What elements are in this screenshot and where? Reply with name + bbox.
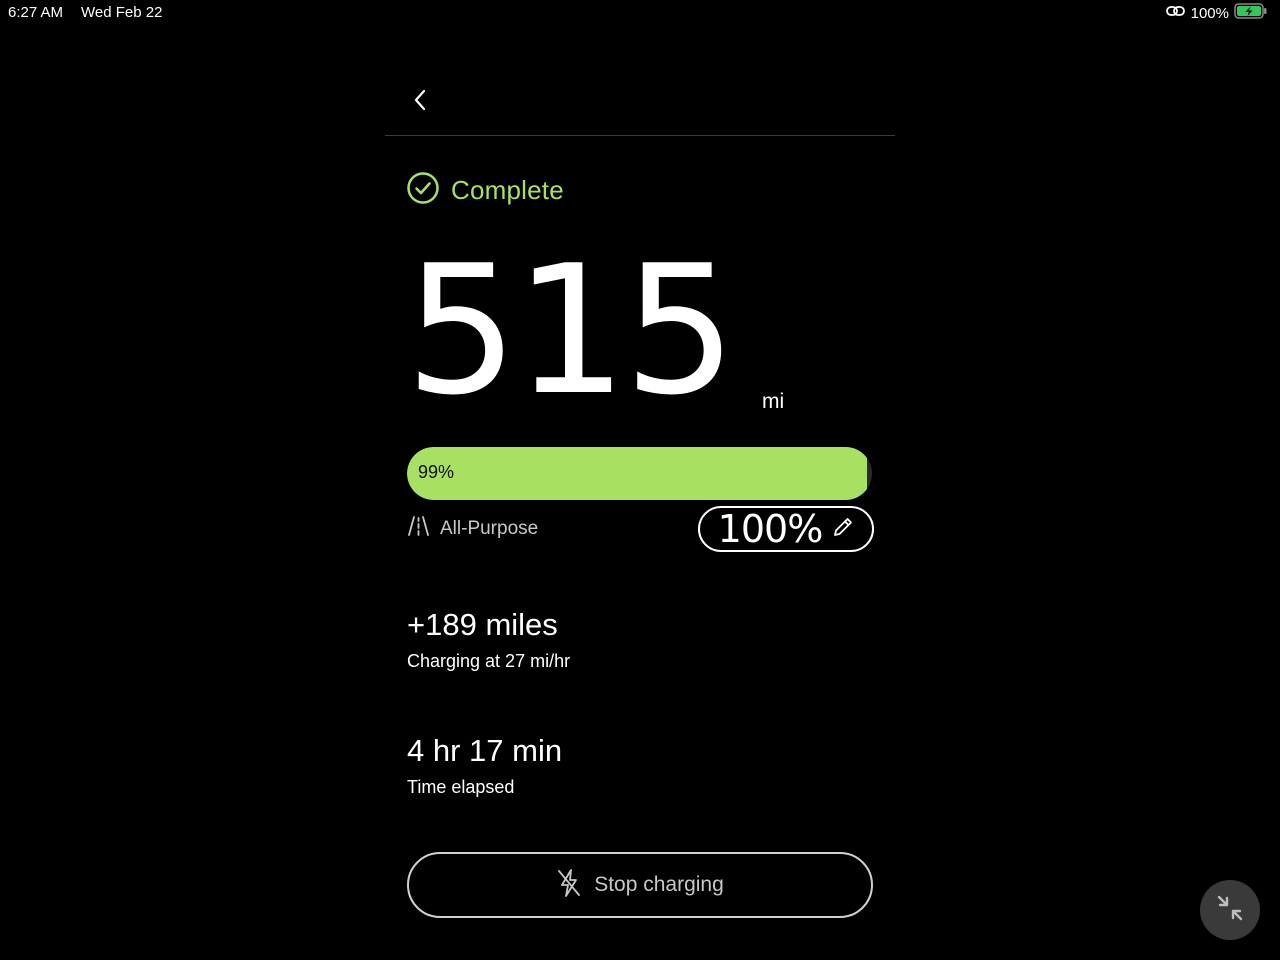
range-unit: mi [762, 390, 785, 413]
battery-level-bar: 99% [407, 447, 872, 500]
charge-limit-value: 100% [717, 507, 824, 551]
battery-charging-icon [1234, 3, 1268, 23]
range-value: 515 [405, 227, 737, 434]
check-circle-icon [406, 171, 440, 210]
charge-status: Complete [406, 171, 564, 210]
battery-level-fill [407, 447, 868, 500]
time-elapsed-stat: 4 hr 17 min Time elapsed [407, 733, 562, 798]
road-icon [408, 516, 429, 541]
link-icon [1165, 4, 1186, 22]
stop-charging-button[interactable]: Stop charging [407, 852, 873, 918]
status-time: 6:27 AM [8, 4, 64, 21]
charge-mode-label: All-Purpose [440, 517, 539, 539]
charging-screen: 6:27 AM Wed Feb 22 100% Complete 515 mi … [0, 0, 1280, 960]
charge-status-label: Complete [451, 175, 564, 205]
stop-charging-label: Stop charging [594, 873, 724, 896]
miles-added-value: +189 miles [407, 607, 558, 642]
miles-added-stat: +189 miles Charging at 27 mi/hr [407, 607, 570, 672]
battery-level-label: 99% [418, 462, 455, 482]
pencil-icon [832, 516, 854, 543]
minimize-button[interactable] [1200, 880, 1260, 940]
chevron-left-icon [413, 89, 427, 116]
time-elapsed-value: 4 hr 17 min [407, 733, 563, 768]
charging-rate-label: Charging at 27 mi/hr [407, 651, 571, 671]
time-elapsed-label: Time elapsed [407, 777, 515, 797]
battery-percent: 100% [1190, 4, 1229, 22]
header-divider [385, 135, 895, 136]
no-charge-icon [556, 868, 582, 903]
status-right: 100% [1165, 3, 1268, 23]
charge-mode: All-Purpose [408, 516, 538, 541]
minimize-arrows-icon [1215, 893, 1245, 928]
charge-limit-button[interactable]: 100% [698, 506, 874, 552]
status-date: Wed Feb 22 [81, 4, 163, 21]
back-button[interactable] [404, 86, 436, 118]
status-bar: 6:27 AM Wed Feb 22 100% [0, 0, 1280, 26]
